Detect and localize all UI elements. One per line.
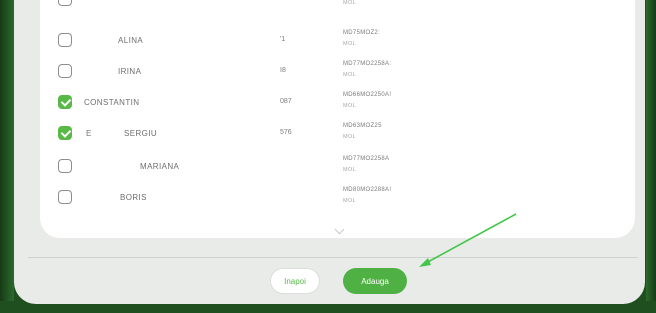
person-prefix: E <box>86 129 92 138</box>
select-checkbox[interactable] <box>58 64 72 78</box>
person-code: MD77MO2258A: <box>343 61 392 67</box>
person-name: BORIS <box>120 193 147 202</box>
person-country: MOL <box>343 41 357 47</box>
list-item[interactable]: ALINA '1 MD75MOZ2: MOL <box>40 27 635 55</box>
select-checkbox[interactable] <box>58 126 72 140</box>
person-country: MOL <box>343 134 357 140</box>
person-country: MOL <box>343 167 357 173</box>
list-item[interactable]: MOL <box>40 0 635 14</box>
back-button[interactable]: Inapoi <box>270 268 320 294</box>
chevron-down-icon[interactable] <box>334 224 345 235</box>
person-name: SERGIU <box>124 129 158 138</box>
person-country: MOL <box>343 72 357 78</box>
select-checkbox[interactable] <box>58 190 72 204</box>
person-code: MD75MOZ2: <box>343 30 381 36</box>
person-name: CONSTANTIN <box>84 98 140 107</box>
person-number: 576 <box>280 129 292 136</box>
person-name: ALINA <box>118 36 144 45</box>
person-name: MARIANA <box>140 162 180 171</box>
select-checkbox[interactable] <box>58 95 72 109</box>
person-code: MD77MO2258A <box>343 156 390 162</box>
person-name: IRINA <box>118 67 142 76</box>
list-item[interactable]: MARIANA MD77MO2258A MOL <box>40 153 635 181</box>
select-checkbox[interactable] <box>58 159 72 173</box>
list-item[interactable]: BORIS MD80MO2288A! MOL <box>40 184 635 212</box>
person-country: MOL <box>343 103 357 109</box>
person-code: MD80MO2288A! <box>343 187 392 193</box>
list-item[interactable]: E SERGIU 576 MD63MOZ25 MOL <box>40 120 635 148</box>
select-persons-dialog: MOL ALINA '1 MD75MOZ2: MOL IRINA I8 MD77… <box>14 0 645 304</box>
select-checkbox[interactable] <box>58 33 72 47</box>
person-number: '1 <box>280 36 286 43</box>
footer-divider <box>28 257 638 258</box>
person-country: MOL <box>343 0 357 6</box>
person-list[interactable]: MOL ALINA '1 MD75MOZ2: MOL IRINA I8 MD77… <box>40 0 635 238</box>
person-country: MOL <box>343 198 357 204</box>
select-checkbox[interactable] <box>58 0 72 6</box>
window-frame-right <box>646 0 656 313</box>
person-number: I8 <box>280 67 286 74</box>
person-number: 087 <box>280 98 292 105</box>
window-frame-left <box>0 0 14 313</box>
add-button[interactable]: Adauga <box>343 268 407 294</box>
person-code: MD63MOZ25 <box>343 123 382 129</box>
person-code: MD66MO2250A! <box>343 92 392 98</box>
list-item[interactable]: IRINA I8 MD77MO2258A: MOL <box>40 58 635 86</box>
list-item[interactable]: CONSTANTIN 087 MD66MO2250A! MOL <box>40 89 635 117</box>
